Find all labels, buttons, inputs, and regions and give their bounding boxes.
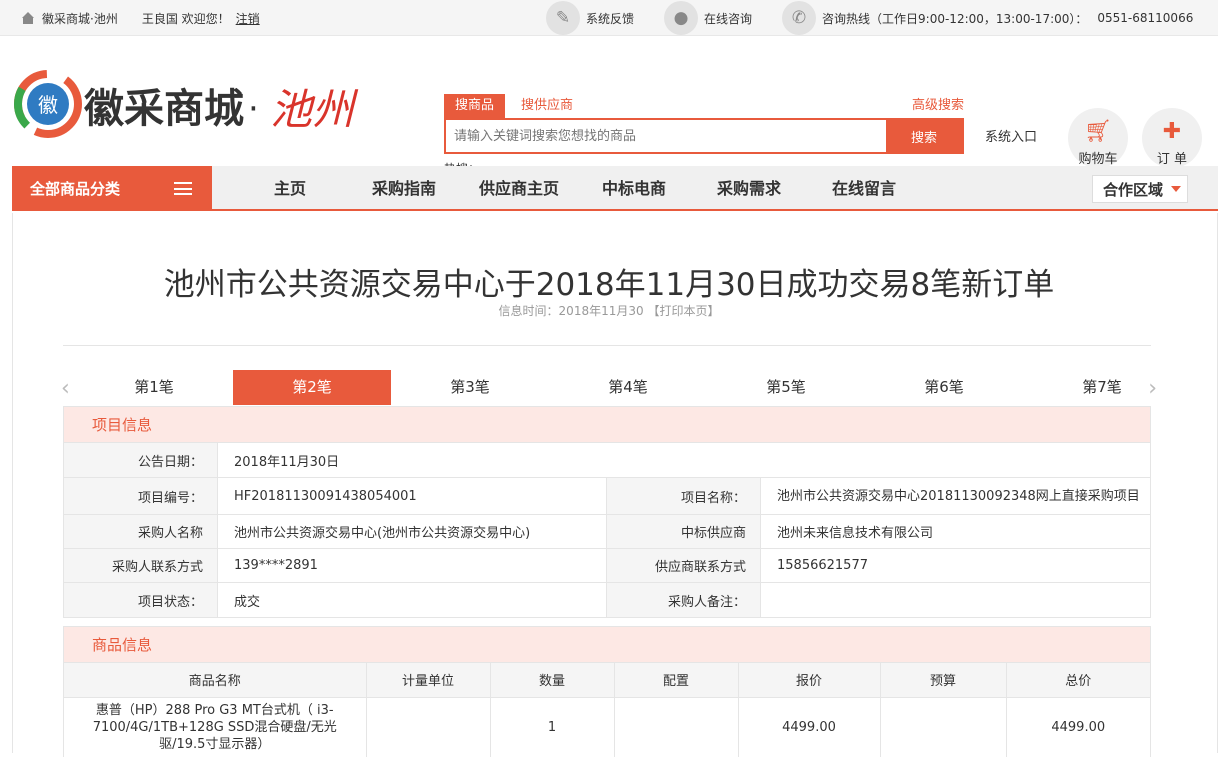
goods-price: 4499.00 — [738, 697, 881, 757]
project-info-heading: 项目信息 — [64, 407, 1150, 443]
col-header: 配置 — [614, 663, 739, 698]
nav-purchase-demand[interactable]: 采购需求 — [717, 166, 781, 211]
coop-region-dropdown[interactable]: 合作区域 — [1092, 175, 1188, 203]
cart-label: 购物车 — [1078, 152, 1118, 167]
col-header: 预算 — [880, 663, 1007, 698]
nav-supplier-home[interactable]: 供应商主页 — [479, 166, 559, 211]
supplier-contact-label: 供应商联系方式 — [607, 549, 761, 582]
col-header: 数量 — [490, 663, 615, 698]
goods-total: 4499.00 — [1051, 719, 1106, 735]
supplier-contact-value: 15856621577 — [777, 558, 868, 573]
logo-city: 池州 — [270, 85, 359, 134]
chat-icon: ● — [664, 1, 699, 35]
buyer-note-value — [761, 583, 1150, 617]
col-header: 报价 — [738, 663, 881, 698]
col-header: 总价 — [1006, 663, 1150, 698]
logout-link[interactable]: 注销 — [236, 10, 260, 27]
online-consult-link[interactable]: ● 在线咨询 — [664, 1, 752, 35]
status-value: 成交 — [218, 583, 607, 617]
svg-text:·: · — [248, 89, 259, 129]
logo-text: 徽采商城 — [83, 86, 244, 132]
system-entry-link[interactable]: 系统入口 — [985, 126, 1037, 145]
nav-winning-ecommerce[interactable]: 中标电商 — [602, 166, 666, 211]
order-label: 订 单 — [1156, 152, 1188, 167]
page-title: 池州市公共资源交易中心于2018年11月30日成功交易8笔新订单 — [163, 267, 1055, 303]
buyer-contact-value: 139****2891 — [218, 549, 607, 582]
order-tab[interactable]: 第6笔 — [865, 370, 1023, 405]
search-area: 搜商品 搜供应商 高级搜索 搜索 热搜： — [444, 92, 964, 177]
goods-info-table: 商品信息 商品名称 计量单位 数量 配置 报价 预算 总价 惠普（HP）288 … — [63, 626, 1151, 757]
top-bar-left: 徽采商城·池州 王良国 欢迎您！ 注销 — [22, 0, 260, 36]
order-button[interactable]: ✚ 订 单 — [1141, 108, 1203, 168]
coop-region-label: 合作区域 — [1103, 180, 1164, 199]
nav-online-message[interactable]: 在线留言 — [832, 166, 896, 211]
goods-name[interactable]: 惠普（HP）288 Pro G3 MT台式机（ i3-7100/4G/1TB+1… — [64, 697, 367, 757]
all-categories-button[interactable]: 全部商品分类 — [12, 166, 212, 211]
goods-unit — [366, 697, 491, 757]
order-tab[interactable]: 第1笔 — [75, 370, 233, 405]
hotline-label: 咨询热线（工作日9:00-12:00，13:00-17:00）： — [822, 11, 1088, 26]
order-tab-active[interactable]: 第2笔 — [233, 370, 391, 405]
divider — [63, 345, 1151, 346]
project-no-label: 项目编号： — [64, 478, 218, 514]
table-row: 惠普（HP）288 Pro G3 MT台式机（ i3-7100/4G/1TB+1… — [64, 697, 1150, 757]
site-logo[interactable]: 徽 徽采商城 · 池州 — [12, 58, 372, 150]
main-nav: 全部商品分类 主页 采购指南 供应商主页 中标电商 采购需求 在线留言 合作区域 — [12, 166, 1218, 211]
buyer-contact-label: 采购人联系方式 — [64, 549, 218, 582]
caret-down-icon — [1171, 186, 1182, 192]
goods-qty: 1 — [490, 697, 615, 757]
status-label: 项目状态： — [64, 583, 218, 617]
info-time: 信息时间：2018年11月30 【打印本页】 — [498, 304, 720, 318]
project-name-label: 项目名称： — [607, 478, 761, 514]
edit-icon: ✎ — [546, 1, 580, 35]
supplier-value: 池州未来信息技术有限公司 — [777, 526, 934, 541]
order-tab[interactable]: 第3笔 — [391, 370, 549, 405]
goods-config — [614, 697, 739, 757]
site-name[interactable]: 徽采商城·池州 — [42, 10, 118, 27]
search-tab-goods[interactable]: 搜商品 — [444, 94, 506, 118]
welcome-text: 王良国 欢迎您！ — [141, 11, 230, 26]
order-tab[interactable]: 第4笔 — [549, 370, 707, 405]
chevron-right-icon[interactable]: › — [1148, 376, 1157, 401]
announce-date-value: 2018年11月30日 — [234, 454, 340, 470]
col-header: 计量单位 — [366, 663, 491, 698]
buyer-value: 池州市公共资源交易中心(池州市公共资源交易中心) — [218, 515, 607, 548]
nav-home[interactable]: 主页 — [274, 166, 306, 211]
content-panel: 池州市公共资源交易中心于2018年11月30日成功交易8笔新订单 信息时间：20… — [12, 213, 1218, 757]
col-header: 商品名称 — [64, 663, 367, 698]
chevron-left-icon[interactable]: ‹ — [61, 376, 70, 401]
cart-button[interactable]: 🛒︎ 购物车 — [1067, 108, 1129, 168]
supplier-label: 中标供应商 — [607, 515, 761, 548]
order-tabs: ‹ 第1笔 第2笔 第3笔 第4笔 第5笔 第6笔 第7笔 › — [61, 370, 1157, 405]
top-bar-right: ✎ 系统反馈 ● 在线咨询 ✆ 咨询热线（工作日9:00-12:00，13:00… — [546, 0, 1193, 36]
hotline: ✆ 咨询热线（工作日9:00-12:00，13:00-17:00）： 0551-… — [782, 1, 1193, 35]
hotline-number: 0551-68110066 — [1097, 11, 1194, 25]
home-icon[interactable] — [22, 11, 34, 24]
menu-icon — [174, 182, 192, 195]
announce-date-label: 公告日期： — [64, 443, 218, 477]
project-info-table: 项目信息 公告日期： 2018年11月30日 项目编号： HF201811300… — [63, 406, 1151, 618]
phone-icon: ✆ — [782, 1, 817, 35]
consult-label: 在线咨询 — [704, 11, 753, 26]
goods-info-heading: 商品信息 — [64, 627, 1150, 663]
search-tab-supplier[interactable]: 搜供应商 — [510, 94, 584, 118]
order-tab[interactable]: 第5笔 — [707, 370, 865, 405]
feedback-label: 系统反馈 — [586, 11, 635, 26]
top-bar: 徽采商城·池州 王良国 欢迎您！ 注销 ✎ 系统反馈 ● 在线咨询 ✆ 咨询热线… — [0, 0, 1218, 36]
search-button[interactable]: 搜索 — [886, 120, 962, 152]
project-name-value: 池州市公共资源交易中心20181130092348网上直接采购项目 — [777, 488, 1140, 504]
goods-budget — [880, 697, 1007, 757]
all-categories-label: 全部商品分类 — [30, 180, 121, 198]
nav-purchase-guide[interactable]: 采购指南 — [372, 166, 436, 211]
svg-text:徽: 徽 — [38, 93, 58, 117]
header: 徽 徽采商城 · 池州 搜商品 搜供应商 高级搜索 搜索 热搜： 系统入口 🛒︎… — [0, 36, 1218, 176]
order-tab[interactable]: 第7笔 — [1023, 370, 1181, 405]
project-no-value: HF20181130091438054001 — [218, 478, 607, 514]
buyer-note-label: 采购人备注： — [607, 583, 761, 617]
buyer-label: 采购人名称 — [64, 515, 218, 548]
feedback-link[interactable]: ✎ 系统反馈 — [546, 1, 634, 35]
search-input[interactable] — [446, 120, 886, 152]
advanced-search-link[interactable]: 高级搜索 — [912, 94, 964, 113]
